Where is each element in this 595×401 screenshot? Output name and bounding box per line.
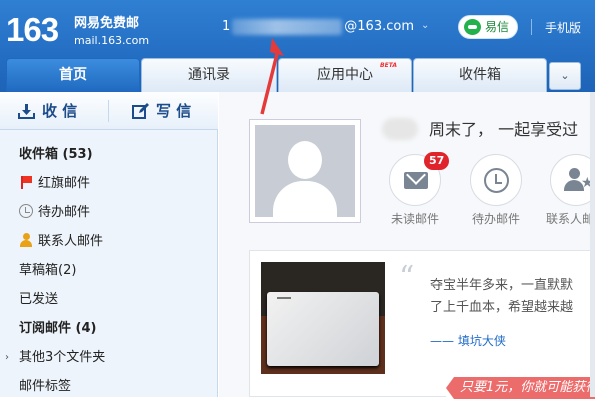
tab-app-center-label: 应用中心 bbox=[317, 67, 373, 83]
folder-contact-mail[interactable]: 联系人邮件 bbox=[0, 227, 218, 256]
folder-count: (53) bbox=[62, 147, 93, 162]
tab-inbox[interactable]: 收件箱 bbox=[413, 58, 547, 92]
mail-actions: 收 信 写 信 bbox=[0, 92, 218, 130]
promo-author-link[interactable]: —— 填坑大侠 bbox=[430, 332, 506, 349]
folder-count: (4) bbox=[75, 321, 97, 336]
yixin-label: 易信 bbox=[485, 20, 510, 34]
scrollbar[interactable] bbox=[590, 92, 595, 397]
folder-sent[interactable]: 已发送 bbox=[0, 285, 218, 314]
chevron-right-icon[interactable]: › bbox=[5, 343, 9, 372]
laptop-photo bbox=[261, 262, 385, 374]
promo-text-line: 夺宝半年多来，一直默默 bbox=[430, 278, 574, 293]
folder-flagged[interactable]: 红旗邮件 bbox=[0, 169, 218, 198]
promo-card[interactable]: “ 夺宝半年多来，一直默默 了上千血本，希望越来越 —— 填坑大侠 只要1元，你… bbox=[249, 250, 595, 399]
clock-icon bbox=[484, 168, 509, 193]
greeting-text: 周末了， 一起享受过 bbox=[429, 120, 579, 139]
logo-name: 网易免费邮 bbox=[74, 16, 140, 31]
folder-label: 待办邮件 bbox=[38, 205, 91, 220]
folder-label: 收件箱 bbox=[19, 147, 59, 162]
compose-label: 写 信 bbox=[156, 102, 192, 120]
tab-more-button[interactable]: ⌄ bbox=[549, 62, 581, 90]
receive-label: 收 信 bbox=[42, 102, 78, 120]
mail-icon bbox=[404, 172, 428, 189]
annotation-arrow bbox=[260, 38, 284, 115]
account-name[interactable]: 1 @163.com bbox=[222, 18, 414, 36]
folder-label: 草稿箱 bbox=[19, 263, 59, 278]
username-redacted bbox=[382, 118, 418, 140]
folder-drafts[interactable]: 草稿箱(2) bbox=[0, 256, 218, 285]
folder-others[interactable]: › 其他3个文件夹 bbox=[0, 343, 218, 372]
todo-mail-label: 待办邮件 bbox=[471, 212, 520, 226]
promo-banner[interactable]: 只要1元，你就可能获得 bbox=[446, 377, 595, 399]
beta-badge: BETA bbox=[380, 62, 397, 69]
account-suffix: @163.com bbox=[344, 19, 414, 34]
folder-label: 邮件标签 bbox=[19, 379, 72, 394]
clock-icon bbox=[19, 204, 33, 218]
contact-star-icon: ★ bbox=[564, 167, 594, 193]
promo-text: 夺宝半年多来，一直默默 了上千血本，希望越来越 bbox=[430, 275, 595, 319]
contact-icon bbox=[19, 233, 33, 247]
avatar[interactable] bbox=[249, 119, 361, 223]
tab-contacts-label: 通讯录 bbox=[188, 67, 230, 83]
compose-button[interactable]: 写 信 bbox=[132, 98, 191, 124]
folder-label: 联系人邮件 bbox=[38, 234, 104, 249]
folder-subscriptions[interactable]: 订阅邮件 (4) bbox=[0, 314, 218, 343]
folder-label: 红旗邮件 bbox=[38, 176, 91, 191]
receive-button[interactable]: 收 信 bbox=[18, 98, 77, 124]
todo-mail-button[interactable] bbox=[470, 154, 522, 206]
tab-home-label: 首页 bbox=[59, 67, 87, 83]
logo-number: 163 bbox=[6, 11, 59, 48]
tab-home[interactable]: 首页 bbox=[6, 58, 140, 92]
yixin-button[interactable]: 易信 bbox=[458, 15, 518, 39]
account-redacted bbox=[232, 18, 343, 35]
unread-count-badge: 57 bbox=[424, 152, 450, 170]
logo-domain: mail.163.com bbox=[74, 34, 150, 47]
account-prefix: 1 bbox=[222, 19, 231, 34]
unread-mail-label: 未读邮件 bbox=[390, 212, 439, 226]
receive-icon bbox=[18, 104, 35, 119]
header-divider bbox=[531, 19, 532, 35]
contact-mail-label: 联系人邮件 bbox=[545, 212, 595, 226]
folder-label: 其他3个文件夹 bbox=[19, 350, 106, 365]
folder-list: 收件箱 (53) 红旗邮件 待办邮件 联系人邮件 草稿箱(2) 已发送 订阅邮件… bbox=[0, 140, 218, 401]
flag-icon bbox=[19, 175, 33, 189]
yixin-icon bbox=[464, 19, 481, 35]
tab-inbox-label: 收件箱 bbox=[459, 67, 501, 83]
promo-text-line: 了上千血本，希望越来越 bbox=[430, 300, 574, 315]
quote-mark: “ bbox=[399, 260, 415, 295]
sidebar: 收 信 写 信 收件箱 (53) 红旗邮件 待办邮件 联系人邮件 草稿箱(2) … bbox=[0, 92, 218, 397]
folder-inbox[interactable]: 收件箱 (53) bbox=[0, 140, 218, 169]
actions-divider bbox=[108, 100, 109, 122]
folder-todo[interactable]: 待办邮件 bbox=[0, 198, 218, 227]
contact-mail-button[interactable]: ★ bbox=[550, 154, 595, 206]
home-content: 周末了， 一起享受过 57 未读邮件 待办邮件 ★ 联系人邮件 “ 夺宝半年多来… bbox=[219, 92, 595, 399]
avatar-placeholder-icon bbox=[255, 125, 355, 217]
folder-label: 订阅邮件 bbox=[19, 321, 72, 336]
mobile-version-link[interactable]: 手机版 bbox=[545, 19, 581, 36]
folder-count: (2) bbox=[58, 263, 77, 278]
account-dropdown-icon[interactable]: ⌄ bbox=[421, 20, 429, 31]
compose-icon bbox=[132, 103, 149, 119]
folder-label: 已发送 bbox=[19, 292, 59, 307]
